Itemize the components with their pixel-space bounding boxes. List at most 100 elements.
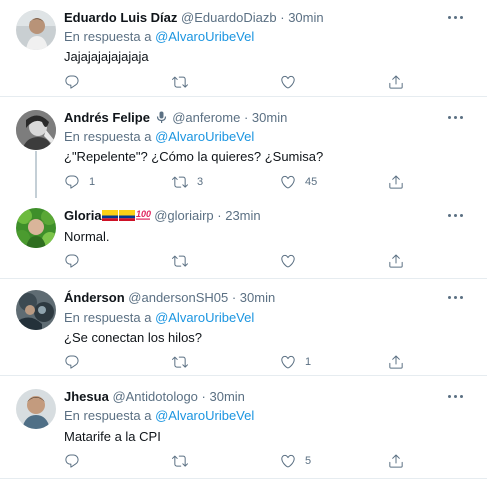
tweet-time[interactable]: · 30min: [280, 10, 323, 25]
retweet-button[interactable]: 3: [172, 174, 203, 190]
like-button[interactable]: 1: [280, 354, 311, 370]
like-count: 45: [305, 176, 318, 188]
share-icon: [388, 453, 404, 469]
colombia-flag-icon: [101, 209, 118, 225]
tweet-actions: [64, 253, 444, 269]
author-handle[interactable]: @Antidotologo: [112, 389, 197, 404]
tweet-text: ¿"Repelente"? ¿Cómo la quieres? ¿Sumisa?: [64, 149, 324, 164]
author-name[interactable]: Eduardo Luis Díaz: [64, 10, 177, 25]
reply-mention-link[interactable]: @AlvaroUribeVel: [155, 408, 254, 423]
avatar[interactable]: [16, 10, 56, 50]
avatar[interactable]: [16, 110, 56, 150]
share-icon: [388, 354, 404, 370]
retweet-count: 3: [197, 176, 204, 188]
heart-icon: [280, 174, 296, 190]
reply-context: En respuesta a @AlvaroUribeVel: [64, 408, 254, 424]
divider: [0, 96, 487, 97]
author-handle[interactable]: @gloriairp: [154, 208, 213, 223]
share-button[interactable]: [388, 253, 404, 269]
reply-mention-link[interactable]: @AlvaroUribeVel: [155, 310, 254, 325]
tweet-header: Jhesua @Antidotologo · 30min: [64, 389, 245, 405]
tweet-actions: 1: [64, 354, 444, 370]
share-button[interactable]: [388, 453, 404, 469]
tweet-time[interactable]: · 30min: [244, 110, 287, 125]
reply-button[interactable]: 1: [64, 174, 95, 190]
retweet-icon: [172, 253, 188, 269]
microphone-icon: [156, 111, 167, 128]
like-count: 5: [305, 455, 312, 467]
tweet-header: Ánderson @andersonSH05 · 30min: [64, 290, 275, 306]
retweet-button[interactable]: [172, 354, 197, 370]
divider: [0, 478, 487, 479]
reply-count: 1: [89, 176, 96, 188]
tweet[interactable]: Eduardo Luis Díaz @EduardoDiazb · 30min …: [0, 10, 487, 96]
retweet-button[interactable]: [172, 253, 197, 269]
retweet-button[interactable]: [172, 74, 197, 90]
share-button[interactable]: [388, 354, 404, 370]
reply-icon: [64, 253, 80, 269]
reply-mention-link[interactable]: @AlvaroUribeVel: [155, 129, 254, 144]
more-icon[interactable]: [445, 208, 467, 224]
tweet[interactable]: Ánderson @andersonSH05 · 30min En respue…: [0, 290, 487, 370]
reply-context: En respuesta a @AlvaroUribeVel: [64, 310, 254, 326]
reply-prefix: En respuesta a: [64, 408, 156, 423]
tweet-header: Andrés Felipe @anferome · 30min: [64, 110, 287, 128]
like-button[interactable]: [280, 253, 305, 269]
heart-icon: [280, 354, 296, 370]
author-name[interactable]: Andrés Felipe: [64, 110, 150, 125]
tweet-time[interactable]: · 23min: [217, 208, 260, 223]
tweet-text: Matarife a la CPI: [64, 429, 161, 444]
tweet-time[interactable]: · 30min: [202, 389, 245, 404]
retweet-icon: [172, 174, 188, 190]
author-name[interactable]: Gloria: [64, 208, 102, 223]
tweet-text: ¿Se conectan los hilos?: [64, 330, 203, 345]
reply-button[interactable]: [64, 74, 89, 90]
avatar[interactable]: [16, 208, 56, 248]
tweet-header: Gloria 100 @gloriairp · 23min: [64, 208, 261, 225]
tweet-time[interactable]: · 30min: [232, 290, 275, 305]
share-button[interactable]: [388, 74, 404, 90]
reply-prefix: En respuesta a: [64, 310, 156, 325]
reply-button[interactable]: [64, 354, 89, 370]
heart-icon: [280, 74, 296, 90]
tweet-text: Normal.: [64, 229, 110, 244]
tweet-header: Eduardo Luis Díaz @EduardoDiazb · 30min: [64, 10, 324, 26]
reply-button[interactable]: [64, 253, 89, 269]
author-name[interactable]: Ánderson: [64, 290, 125, 305]
tweet[interactable]: Andrés Felipe @anferome · 30min En respu…: [0, 110, 487, 194]
tweet-actions: [64, 74, 444, 90]
divider: [0, 375, 487, 376]
colombia-flag-icon: [118, 209, 135, 225]
author-handle[interactable]: @anferome: [172, 110, 240, 125]
tweet[interactable]: Gloria 100 @gloriairp · 23min Normal.: [0, 208, 487, 274]
reply-mention-link[interactable]: @AlvaroUribeVel: [155, 29, 254, 44]
more-icon[interactable]: [445, 110, 467, 126]
reply-icon: [64, 354, 80, 370]
like-button[interactable]: [280, 74, 305, 90]
share-button[interactable]: [388, 174, 404, 190]
reply-prefix: En respuesta a: [64, 129, 156, 144]
tweet[interactable]: Jhesua @Antidotologo · 30min En respuest…: [0, 389, 487, 471]
like-button[interactable]: 45: [280, 174, 317, 190]
tweet-actions: 5: [64, 453, 444, 469]
reply-context: En respuesta a @AlvaroUribeVel: [64, 29, 254, 45]
reply-context: En respuesta a @AlvaroUribeVel: [64, 129, 254, 145]
more-icon[interactable]: [445, 10, 467, 26]
divider: [0, 278, 487, 279]
like-button[interactable]: 5: [280, 453, 311, 469]
reply-button[interactable]: [64, 453, 89, 469]
avatar[interactable]: [16, 389, 56, 429]
more-icon[interactable]: [445, 290, 467, 306]
heart-icon: [280, 453, 296, 469]
tweet-text: Jajajajajajajaja: [64, 49, 149, 64]
like-count: 1: [305, 356, 312, 368]
author-handle[interactable]: @EduardoDiazb: [181, 10, 277, 25]
author-name[interactable]: Jhesua: [64, 389, 109, 404]
avatar[interactable]: [16, 290, 56, 330]
more-icon[interactable]: [445, 389, 467, 405]
heart-icon: [280, 253, 296, 269]
retweet-button[interactable]: [172, 453, 197, 469]
share-icon: [388, 74, 404, 90]
author-handle[interactable]: @andersonSH05: [128, 290, 228, 305]
svg-text:100: 100: [136, 209, 151, 219]
